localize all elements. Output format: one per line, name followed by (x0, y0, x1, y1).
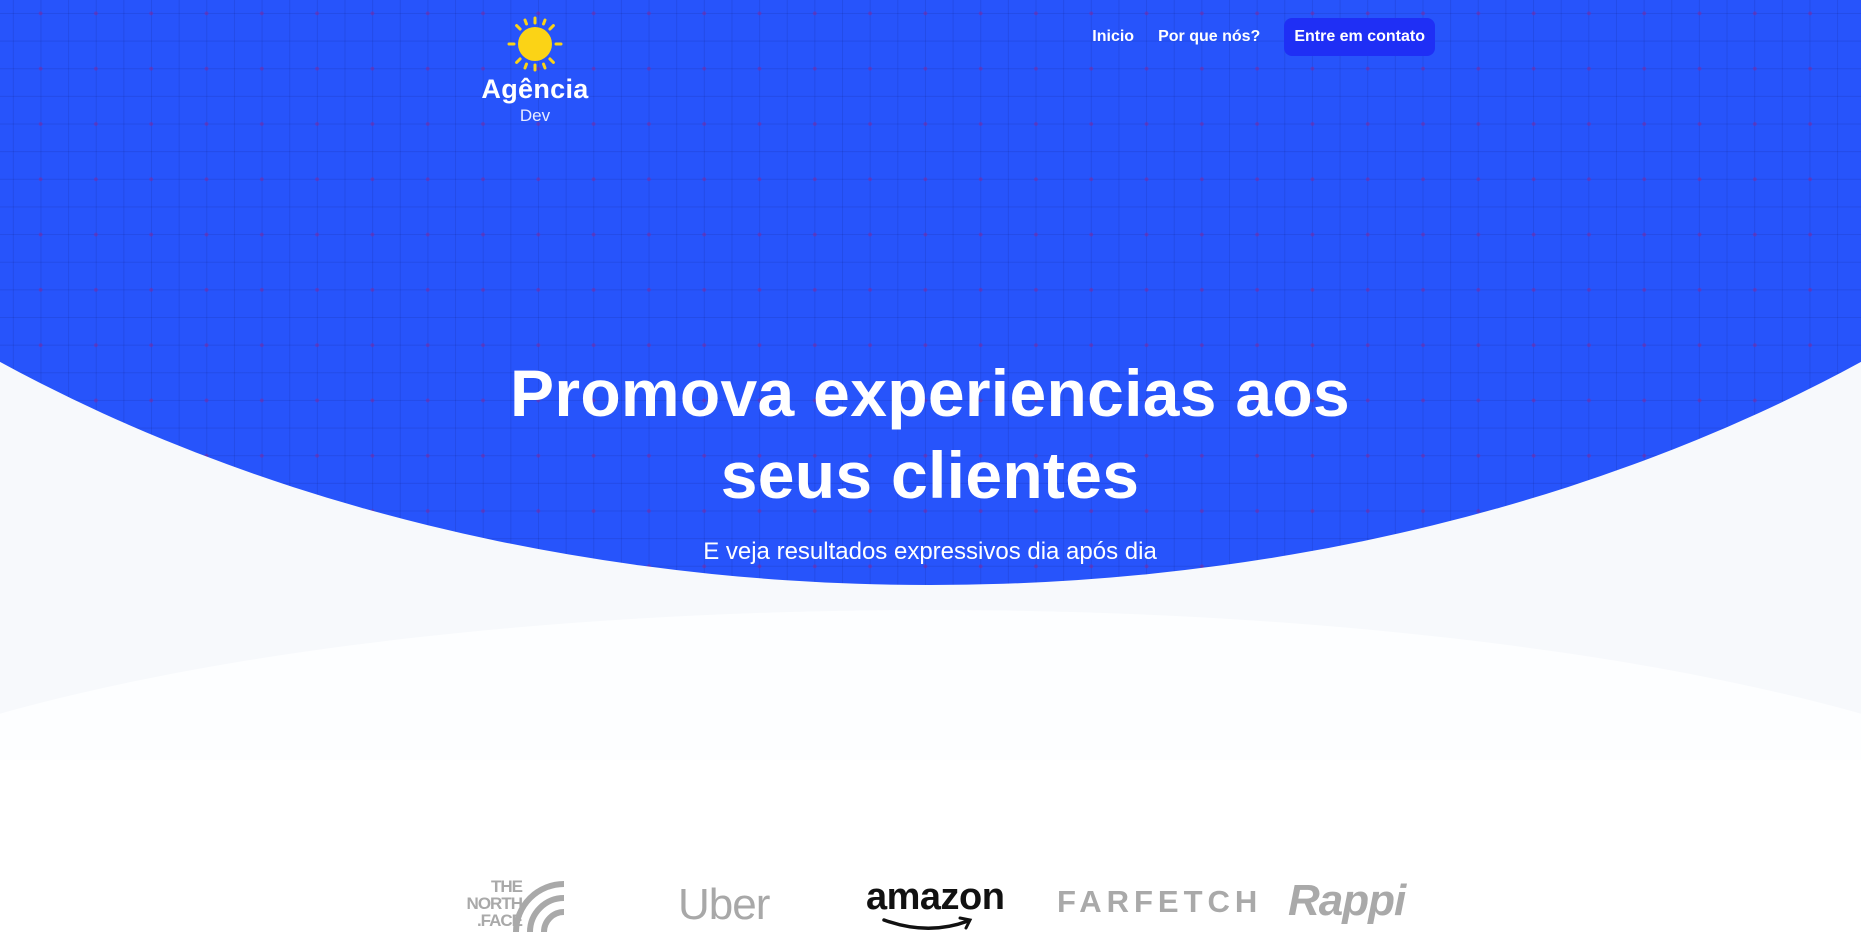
amazon-wordmark: amazon (866, 876, 1005, 918)
hero-title: Promova experiencias aos seus clientes (510, 356, 1350, 512)
amazon-smile-icon (882, 916, 973, 930)
north-face-dome-icon (513, 881, 565, 932)
nav-link-por-que-nos[interactable]: Por que nós? (1158, 28, 1260, 46)
client-logo-rappi: Rappi (1288, 876, 1406, 925)
main-nav: Inicio Por que nós? Entre em contato (1092, 18, 1435, 56)
client-logos: THE NORTH .FACE Uber amazon FARFETCH Rap… (0, 870, 1861, 941)
brand-logo[interactable]: Agência Dev (470, 14, 600, 126)
sun-icon (507, 16, 563, 72)
brand-subtitle: Dev (519, 106, 551, 125)
client-logo-uber: Uber (678, 880, 770, 929)
contact-button[interactable]: Entre em contato (1284, 18, 1435, 56)
nav-link-inicio[interactable]: Inicio (1092, 28, 1134, 46)
client-logo-farfetch: FARFETCH (1057, 884, 1263, 919)
brand-name: Agência (481, 74, 589, 104)
hero-subtitle: E veja resultados expressivos dia após d… (703, 538, 1157, 565)
client-logo-the-north-face: THE NORTH .FACE (462, 878, 580, 932)
hero-section: Agência Dev Inicio Por que nós? Entre em… (0, 0, 1861, 760)
client-logo-amazon: amazon (866, 876, 1005, 930)
